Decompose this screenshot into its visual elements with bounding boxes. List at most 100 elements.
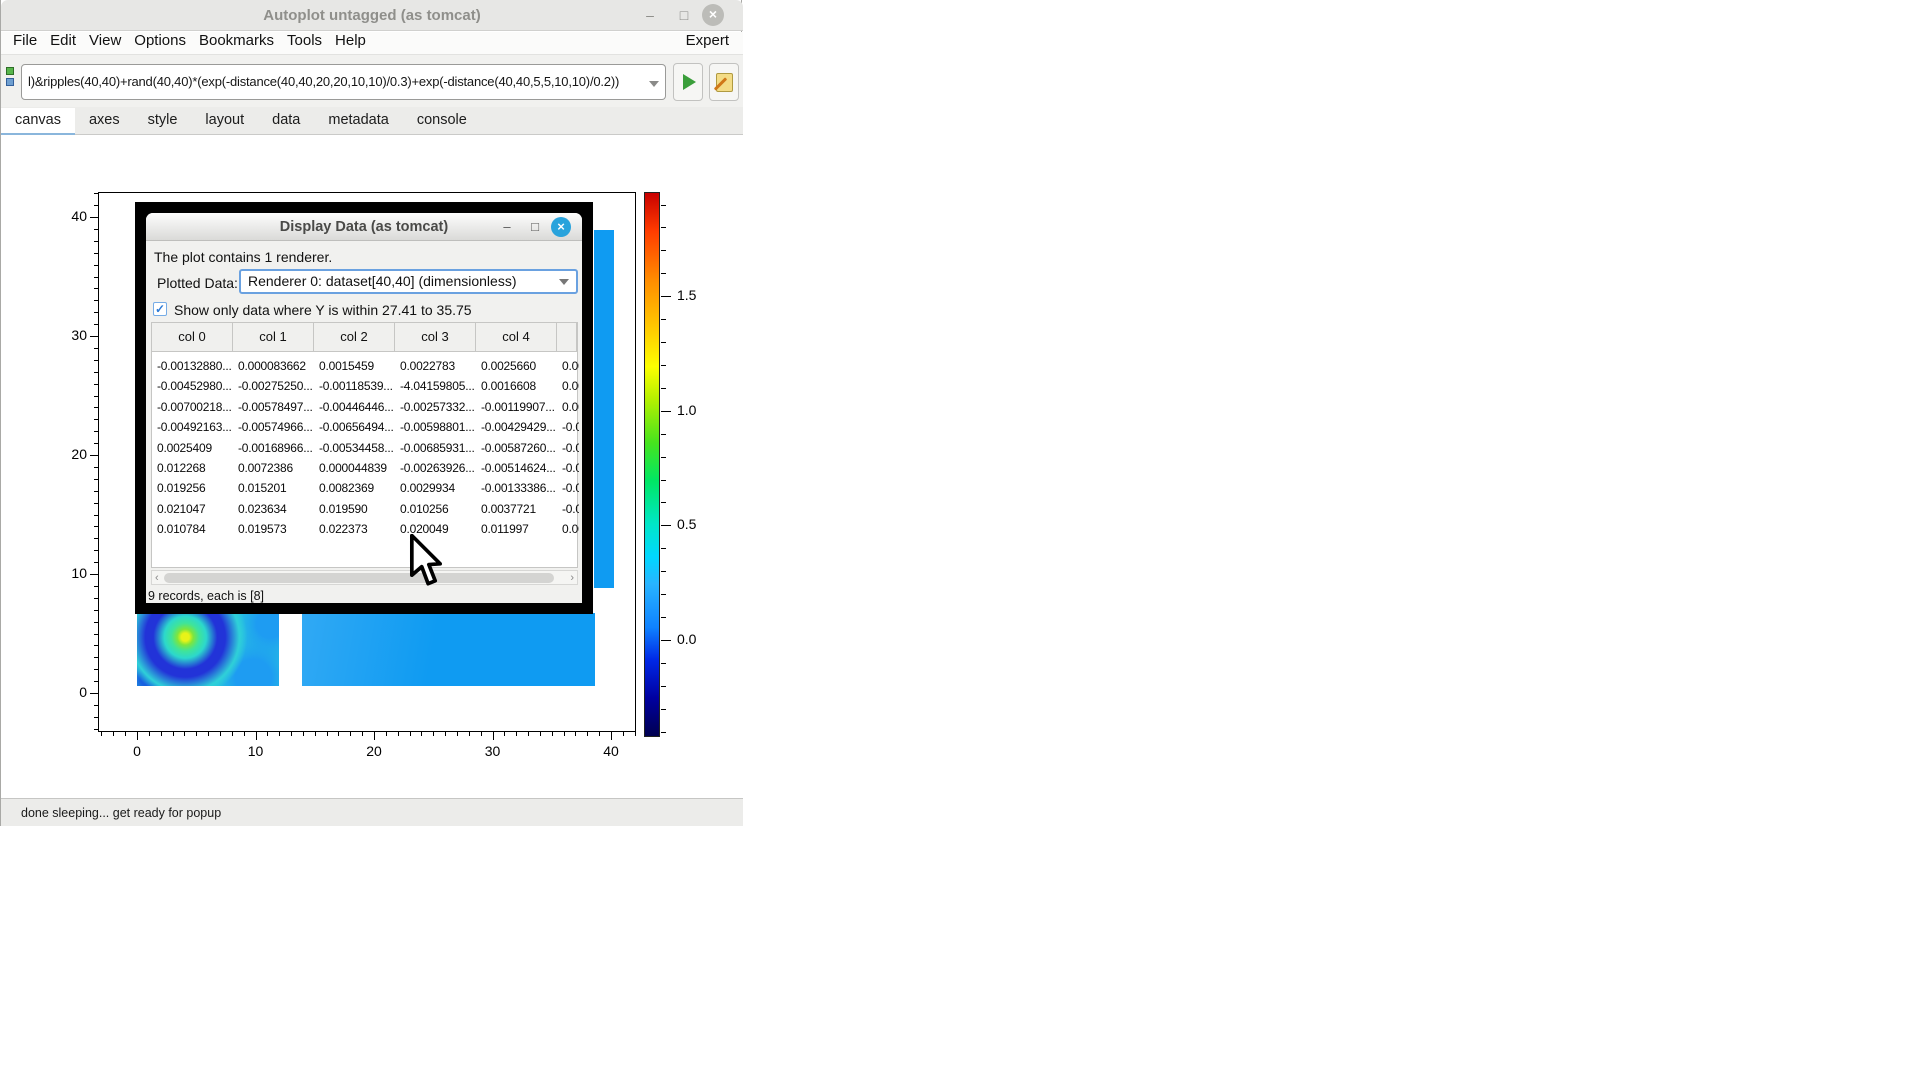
table-cell: -0.0 <box>557 478 579 498</box>
tick-mark <box>504 732 505 736</box>
table-cell: -0.00257332... <box>395 397 478 417</box>
table-cell: 0.019573 <box>233 519 316 539</box>
table-row[interactable]: 0.0210470.0236340.0195900.0102560.003772… <box>152 499 577 519</box>
scroll-right-icon[interactable]: › <box>570 572 574 584</box>
menu-help[interactable]: Help <box>335 32 366 49</box>
table-cell: -0.00118539... <box>314 376 397 396</box>
menu-edit[interactable]: Edit <box>50 32 76 49</box>
column-header[interactable] <box>557 323 577 352</box>
inspect-uri-button[interactable] <box>709 63 739 101</box>
dialog-minimize-icon[interactable]: – <box>498 217 516 237</box>
renderer-count-text: The plot contains 1 renderer. <box>154 249 332 265</box>
tick-mark <box>661 342 666 343</box>
plotted-data-value: Renderer 0: dataset[40,40] (dimensionles… <box>248 273 516 289</box>
tick-mark <box>94 443 98 444</box>
horizontal-scrollbar[interactable]: ‹ › <box>151 570 578 585</box>
tick-mark <box>661 434 666 435</box>
tab-console[interactable]: console <box>403 107 481 135</box>
expert-mode-label[interactable]: Expert <box>686 32 729 49</box>
tick-mark <box>398 732 399 736</box>
tick-mark <box>220 732 221 736</box>
go-plot-button[interactable] <box>673 63 703 101</box>
menu-file[interactable]: File <box>13 32 37 49</box>
dialog-close-icon[interactable]: × <box>551 217 571 237</box>
table-row[interactable]: -0.00132880...0.0000836620.00154590.0022… <box>152 356 577 376</box>
table-row[interactable]: 0.0025409-0.00168966...-0.00534458...-0.… <box>152 438 577 458</box>
column-header[interactable]: col 0 <box>152 323 233 352</box>
tick-mark <box>94 491 98 492</box>
mouse-cursor <box>409 534 443 588</box>
tick-mark <box>94 229 98 230</box>
tick-mark <box>350 732 351 736</box>
dialog-maximize-icon[interactable]: □ <box>526 217 544 237</box>
tick-mark <box>386 732 387 736</box>
table-header-row: col 0col 1col 2col 3col 4 <box>152 323 577 352</box>
tick-mark <box>161 732 162 736</box>
table-cell: 0.019590 <box>314 499 397 519</box>
app-titlebar[interactable]: Autoplot untagged (as tomcat) – □ × <box>1 0 743 31</box>
uri-dropdown-button[interactable] <box>642 64 666 100</box>
tick-mark <box>661 296 671 297</box>
column-header[interactable]: col 1 <box>233 323 314 352</box>
tick-mark <box>315 732 316 736</box>
table-cell: -0.0 <box>557 438 579 458</box>
filter-checkbox[interactable]: ✓ <box>153 302 167 316</box>
plotted-data-select[interactable]: Renderer 0: dataset[40,40] (dimensionles… <box>239 269 578 294</box>
tick-mark <box>661 571 666 572</box>
play-icon <box>683 74 696 90</box>
tick-mark <box>94 705 98 706</box>
uri-input[interactable]: l)&ripples(40,40)+rand(40,40)*(exp(-dist… <box>21 64 643 100</box>
tick-mark <box>90 574 98 575</box>
tick-label: 0 <box>117 743 157 759</box>
close-icon[interactable]: × <box>702 4 724 26</box>
table-row[interactable]: 0.0192560.0152010.00823690.0029934-0.001… <box>152 478 577 498</box>
tick-mark <box>94 277 98 278</box>
scrollbar-thumb[interactable] <box>164 573 554 583</box>
tick-mark <box>623 732 624 736</box>
tick-mark <box>481 732 482 736</box>
tick-mark <box>90 693 98 694</box>
menu-view[interactable]: View <box>89 32 121 49</box>
tick-mark <box>256 732 257 740</box>
dialog-titlebar[interactable]: Display Data (as tomcat) – □ × <box>146 213 582 241</box>
column-header[interactable]: col 2 <box>314 323 395 352</box>
column-header[interactable]: col 3 <box>395 323 476 352</box>
table-cell: -0.0 <box>557 458 579 478</box>
maximize-icon[interactable]: □ <box>675 6 693 24</box>
table-row[interactable]: -0.00452980...-0.00275250...-0.00118539.… <box>152 376 577 396</box>
table-row[interactable]: -0.00700218...-0.00578497...-0.00446446.… <box>152 397 577 417</box>
tab-data[interactable]: data <box>258 107 314 135</box>
minimize-icon[interactable]: – <box>641 6 659 24</box>
tab-style[interactable]: style <box>134 107 192 135</box>
tick-mark <box>94 348 98 349</box>
table-row[interactable]: 0.0107840.0195730.0223730.0200490.011997… <box>152 519 577 539</box>
tick-mark <box>94 610 98 611</box>
table-cell: 0.000083662 <box>233 356 316 376</box>
tick-mark <box>267 732 268 736</box>
tab-axes[interactable]: axes <box>75 107 134 135</box>
tick-mark <box>94 657 98 658</box>
table-cell: -0.00514624... <box>476 458 559 478</box>
tab-canvas[interactable]: canvas <box>1 108 75 136</box>
menu-tools[interactable]: Tools <box>287 32 322 49</box>
column-header[interactable]: col 4 <box>476 323 557 352</box>
tick-mark <box>94 538 98 539</box>
table-row[interactable]: -0.00492163...-0.00574966...-0.00656494.… <box>152 417 577 437</box>
tab-layout[interactable]: layout <box>191 107 258 135</box>
tab-bar: canvasaxesstylelayoutdatametadataconsole <box>1 107 743 135</box>
app-title: Autoplot untagged (as tomcat) <box>1 7 743 24</box>
scroll-left-icon[interactable]: ‹ <box>155 572 159 584</box>
tab-metadata[interactable]: metadata <box>314 107 402 135</box>
datasource-type-icon[interactable] <box>5 65 15 89</box>
table-cell: 0.011997 <box>476 519 559 539</box>
tick-mark <box>661 732 666 733</box>
menu-options[interactable]: Options <box>134 32 186 49</box>
table-cell: 0.00 <box>557 356 579 376</box>
tick-label: 10 <box>236 743 276 759</box>
tick-mark <box>661 250 666 251</box>
tick-mark <box>232 732 233 736</box>
table-row[interactable]: 0.0122680.00723860.000044839-0.00263926.… <box>152 458 577 478</box>
tick-mark <box>661 617 666 618</box>
data-table[interactable]: col 0col 1col 2col 3col 4 -0.00132880...… <box>151 322 578 568</box>
menu-bookmarks[interactable]: Bookmarks <box>199 32 274 49</box>
